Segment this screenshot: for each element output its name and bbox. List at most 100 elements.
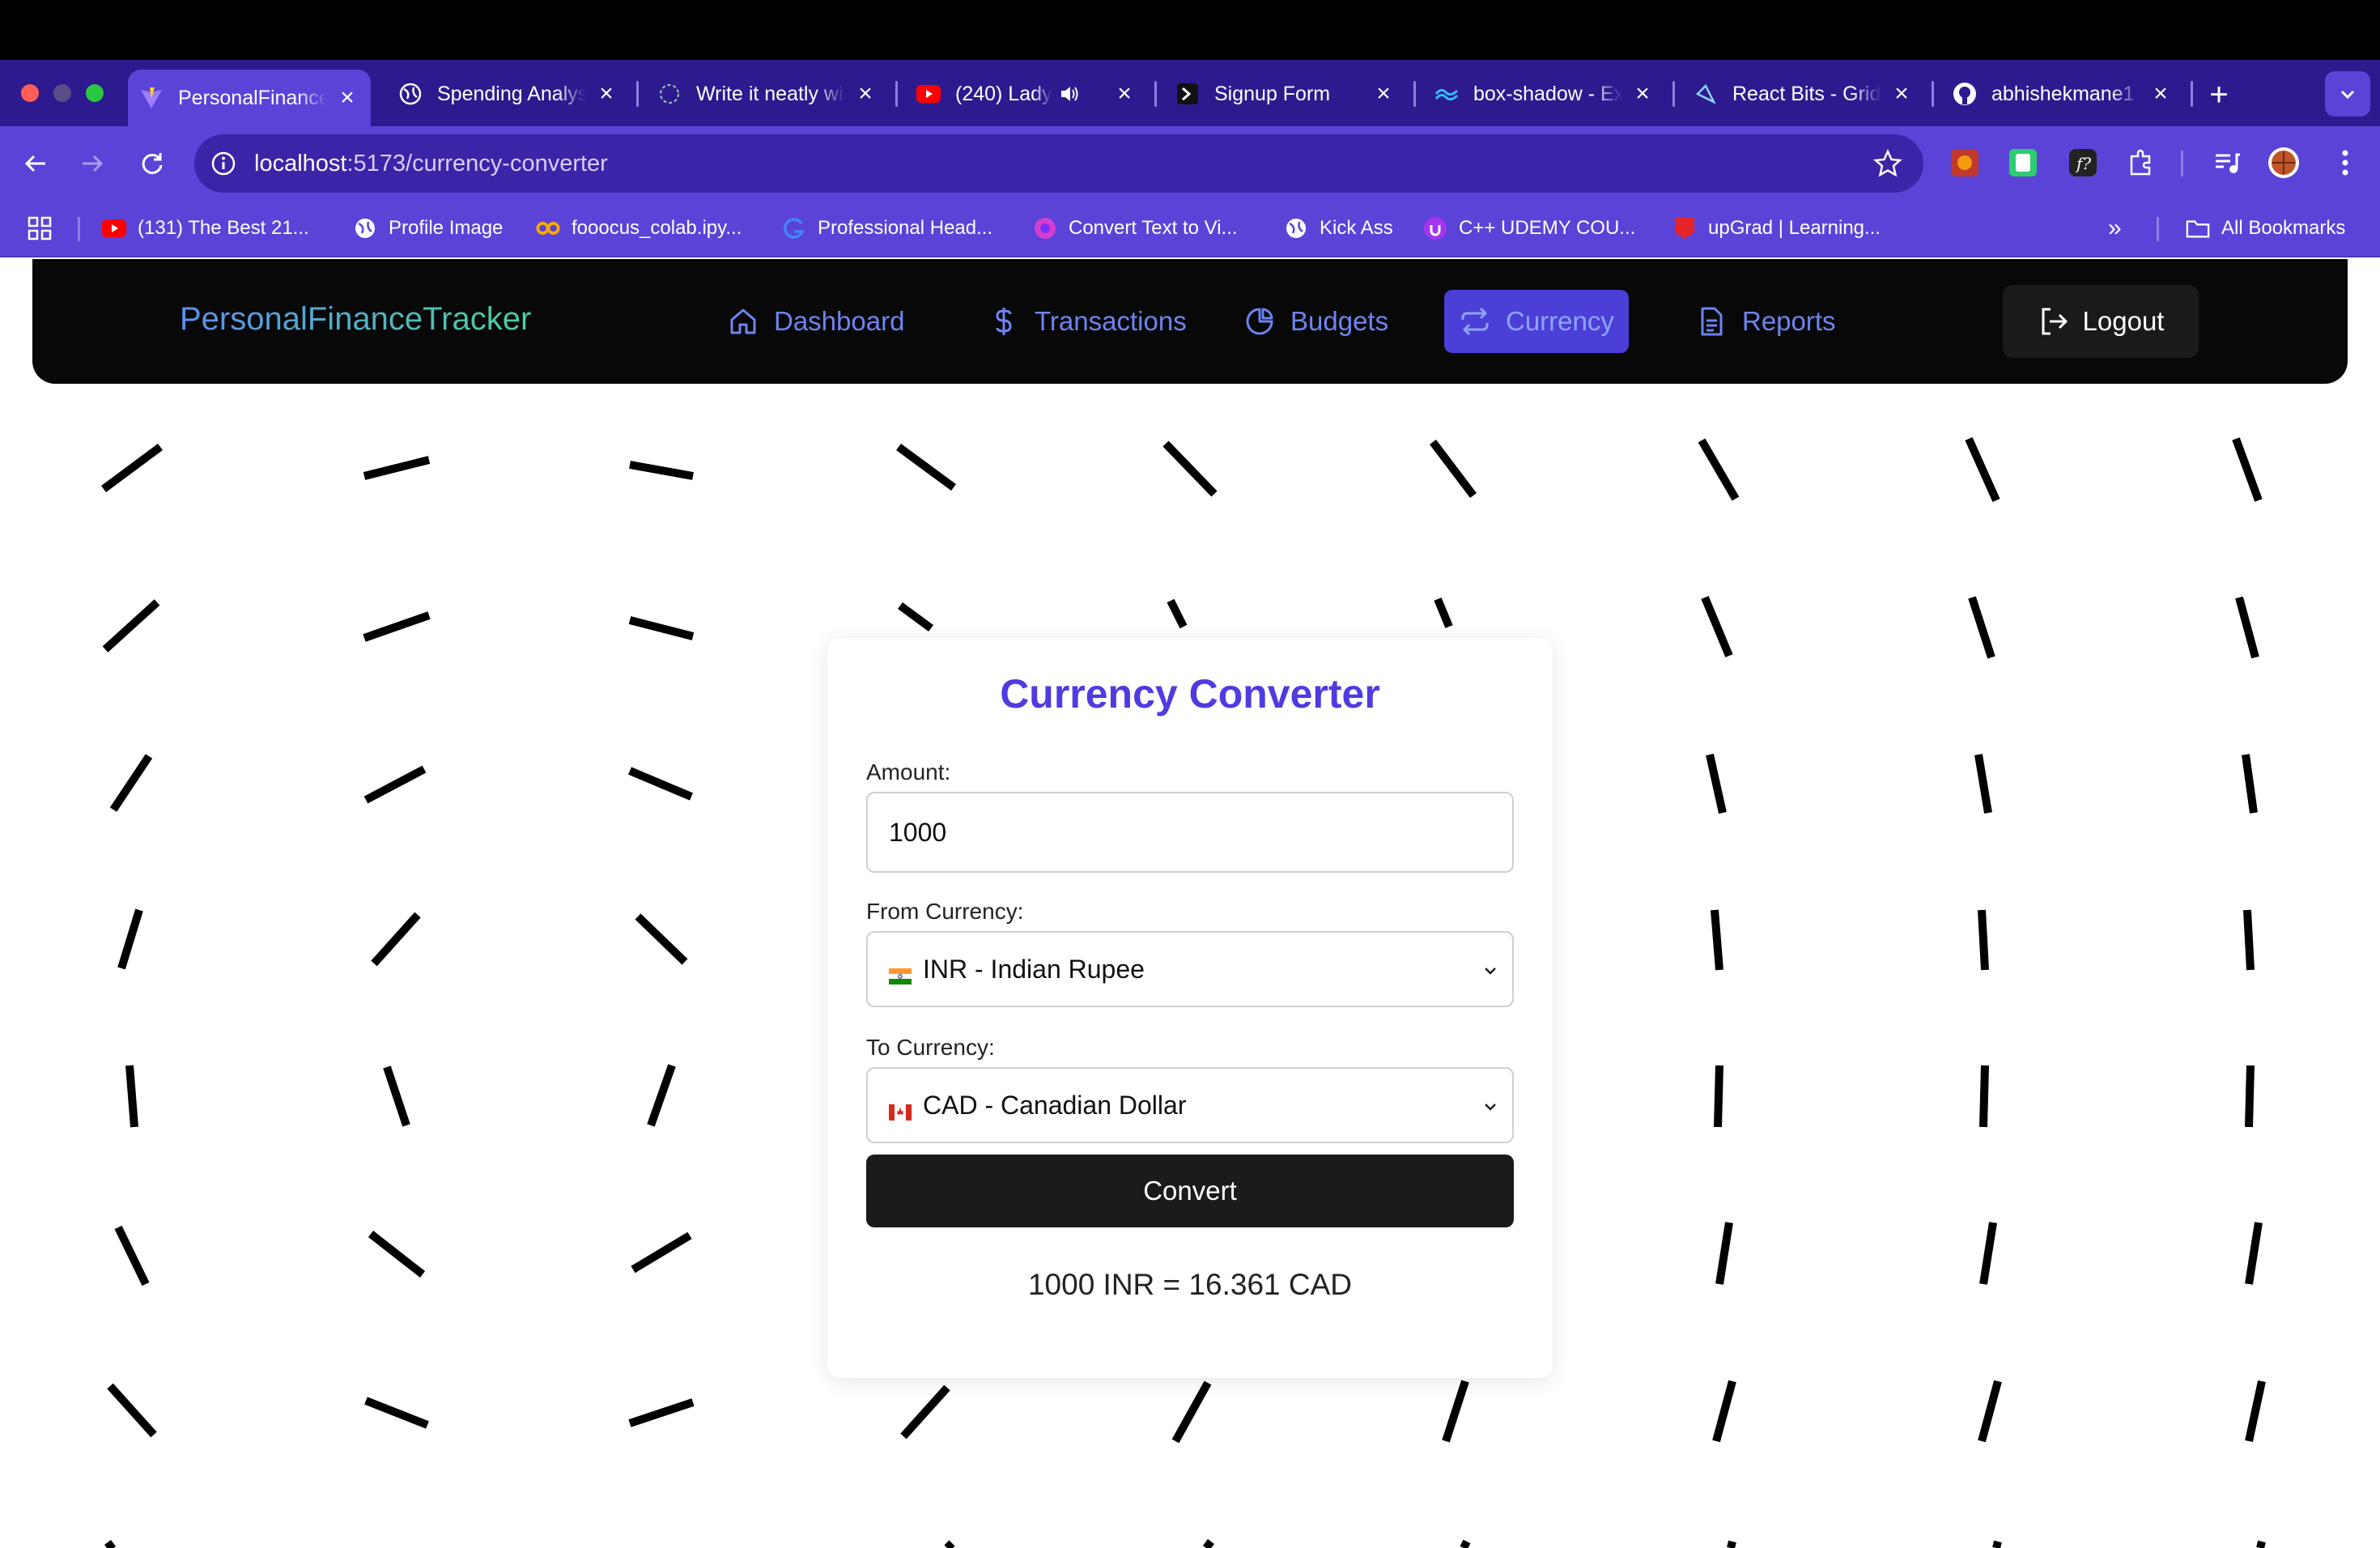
- upgrad-icon: [1672, 216, 1697, 240]
- bookmark-item[interactable]: C++ UDEMY COU...: [1423, 211, 1635, 246]
- logout-button[interactable]: Logout: [2003, 285, 2199, 358]
- background-dash: [1714, 1065, 1723, 1128]
- tab-title: React Bits - Grid: [1732, 82, 1881, 105]
- close-tab-icon[interactable]: ×: [1889, 80, 1914, 107]
- puzzle-icon[interactable]: [2124, 146, 2158, 180]
- background-dash: [1978, 909, 1989, 971]
- browser-tab-boxshadow[interactable]: box-shadow - Examples ×: [1423, 70, 1666, 118]
- extension-icon[interactable]: [2006, 146, 2040, 180]
- convert-button[interactable]: Convert: [866, 1155, 1514, 1227]
- tab-title: abhishekmane1: [1991, 82, 2135, 105]
- grid-icon: [28, 216, 52, 240]
- nav-transactions[interactable]: Transactions: [973, 290, 1201, 353]
- logout-icon: [2038, 305, 2070, 338]
- tab-separator: [636, 81, 639, 107]
- background-dash: [368, 1231, 426, 1278]
- react-bits-icon: [1694, 82, 1718, 106]
- browser-tab-spending[interactable]: Spending Analysis ×: [387, 70, 630, 118]
- close-tab-icon[interactable]: ×: [594, 80, 618, 107]
- bookmark-label: (131) The Best 21...: [138, 217, 309, 239]
- media-controls-icon[interactable]: [2210, 146, 2244, 180]
- folder-icon: [2186, 216, 2210, 240]
- browser-tab-github[interactable]: abhishekmane1 ×: [1941, 70, 2184, 118]
- bookmark-item[interactable]: upGrad | Learning...: [1672, 211, 1881, 246]
- reload-button[interactable]: [131, 142, 173, 185]
- bookmark-star-icon[interactable]: [1872, 148, 1903, 178]
- background-dash: [1727, 1540, 1736, 1548]
- bookmark-item[interactable]: Kick Ass: [1284, 211, 1393, 246]
- background-dash: [114, 1225, 150, 1286]
- pie-chart-icon: [1243, 305, 1276, 338]
- browser-tab-youtube[interactable]: (240) Lady Gaga ×: [905, 70, 1148, 118]
- browser-tab-reactbits[interactable]: React Bits - Grid ×: [1682, 70, 1925, 118]
- bookmark-item[interactable]: fooocus_colab.ipy...: [536, 211, 742, 246]
- apps-grid-button[interactable]: [28, 211, 52, 246]
- nav-reports[interactable]: Reports: [1681, 290, 1851, 353]
- tab-search-button[interactable]: [2325, 71, 2370, 117]
- profile-avatar[interactable]: [2267, 146, 2301, 180]
- bookmark-label: Professional Head...: [818, 217, 993, 239]
- nav-currency[interactable]: Currency: [1444, 290, 1629, 353]
- reload-icon: [142, 153, 163, 174]
- tab-title: PersonalFinanceTracker: [178, 86, 327, 109]
- close-tab-icon[interactable]: ×: [2148, 80, 2173, 107]
- background-dash: [1434, 598, 1453, 628]
- bookmark-label: upGrad | Learning...: [1708, 217, 1881, 239]
- browser-tab-signup[interactable]: Signup Form ×: [1164, 70, 1407, 118]
- background-dash: [1715, 1222, 1733, 1285]
- close-tab-icon[interactable]: ×: [1630, 80, 1655, 107]
- nav-budgets[interactable]: Budgets: [1229, 290, 1403, 353]
- from-currency-value: INR - Indian Rupee: [923, 954, 1145, 984]
- app-brand[interactable]: PersonalFinanceTracker: [180, 301, 531, 338]
- to-currency-value: CAD - Canadian Dollar: [923, 1090, 1187, 1120]
- browser-tab-personalfinance[interactable]: PersonalFinanceTracker ×: [128, 70, 371, 126]
- extension-icon[interactable]: f?: [2066, 146, 2100, 180]
- maximize-window-button[interactable]: [86, 84, 104, 102]
- browser-tab-write[interactable]: Write it neatly with ×: [646, 70, 889, 118]
- bookmark-label: Kick Ass: [1320, 217, 1393, 239]
- minimize-window-button[interactable]: [53, 84, 71, 102]
- amount-input[interactable]: 1000: [866, 792, 1514, 873]
- speaker-icon[interactable]: [1057, 82, 1082, 106]
- bookmark-item[interactable]: Convert Text to Vi...: [1033, 211, 1238, 246]
- background-dash: [629, 461, 694, 480]
- bookmark-item[interactable]: Profile Image: [353, 211, 503, 246]
- background-dash: [1974, 754, 1992, 814]
- close-tab-icon[interactable]: ×: [1112, 80, 1137, 107]
- bookmark-item[interactable]: (131) The Best 21...: [102, 211, 309, 246]
- to-currency-select[interactable]: CAD - Canadian Dollar: [866, 1067, 1514, 1143]
- bookmarks-separator: [2157, 217, 2159, 241]
- background-dash: [1701, 596, 1733, 657]
- background-dash: [1979, 1222, 1997, 1285]
- chevron-down-icon: [1485, 1104, 1496, 1111]
- background-dash: [363, 765, 427, 804]
- more-bookmarks-button[interactable]: »: [2108, 211, 2122, 246]
- tab-separator: [1154, 81, 1157, 107]
- close-tab-icon[interactable]: ×: [1371, 80, 1396, 107]
- background-dash: [628, 767, 693, 801]
- extension-icon[interactable]: [1948, 146, 1982, 180]
- forward-button[interactable]: [71, 142, 113, 185]
- background-dash: [101, 443, 163, 493]
- back-button[interactable]: [15, 142, 57, 185]
- nav-dashboard[interactable]: Dashboard: [712, 290, 919, 353]
- background-dash: [102, 599, 160, 653]
- close-tab-icon[interactable]: ×: [853, 80, 878, 107]
- browser-menu-icon[interactable]: [2328, 146, 2362, 180]
- background-dash: [647, 1064, 676, 1127]
- close-tab-icon[interactable]: ×: [335, 84, 359, 111]
- new-tab-button[interactable]: +: [2199, 74, 2239, 115]
- background-dash: [125, 1065, 138, 1128]
- globe-icon: [1284, 216, 1308, 240]
- background-dash: [896, 443, 956, 491]
- close-window-button[interactable]: [21, 84, 39, 102]
- from-currency-select[interactable]: INR - Indian Rupee: [866, 931, 1514, 1007]
- file-text-icon: [1695, 305, 1728, 338]
- address-bar[interactable]: localhost:5173/currency-converter: [194, 134, 1923, 193]
- bookmark-item[interactable]: Professional Head...: [782, 211, 992, 246]
- from-currency-label: From Currency:: [866, 899, 1024, 924]
- background-dash: [1965, 436, 2000, 503]
- toolbar-separator: [2181, 151, 2183, 176]
- site-info-icon[interactable]: [210, 151, 236, 176]
- all-bookmarks-button[interactable]: All Bookmarks: [2186, 211, 2345, 246]
